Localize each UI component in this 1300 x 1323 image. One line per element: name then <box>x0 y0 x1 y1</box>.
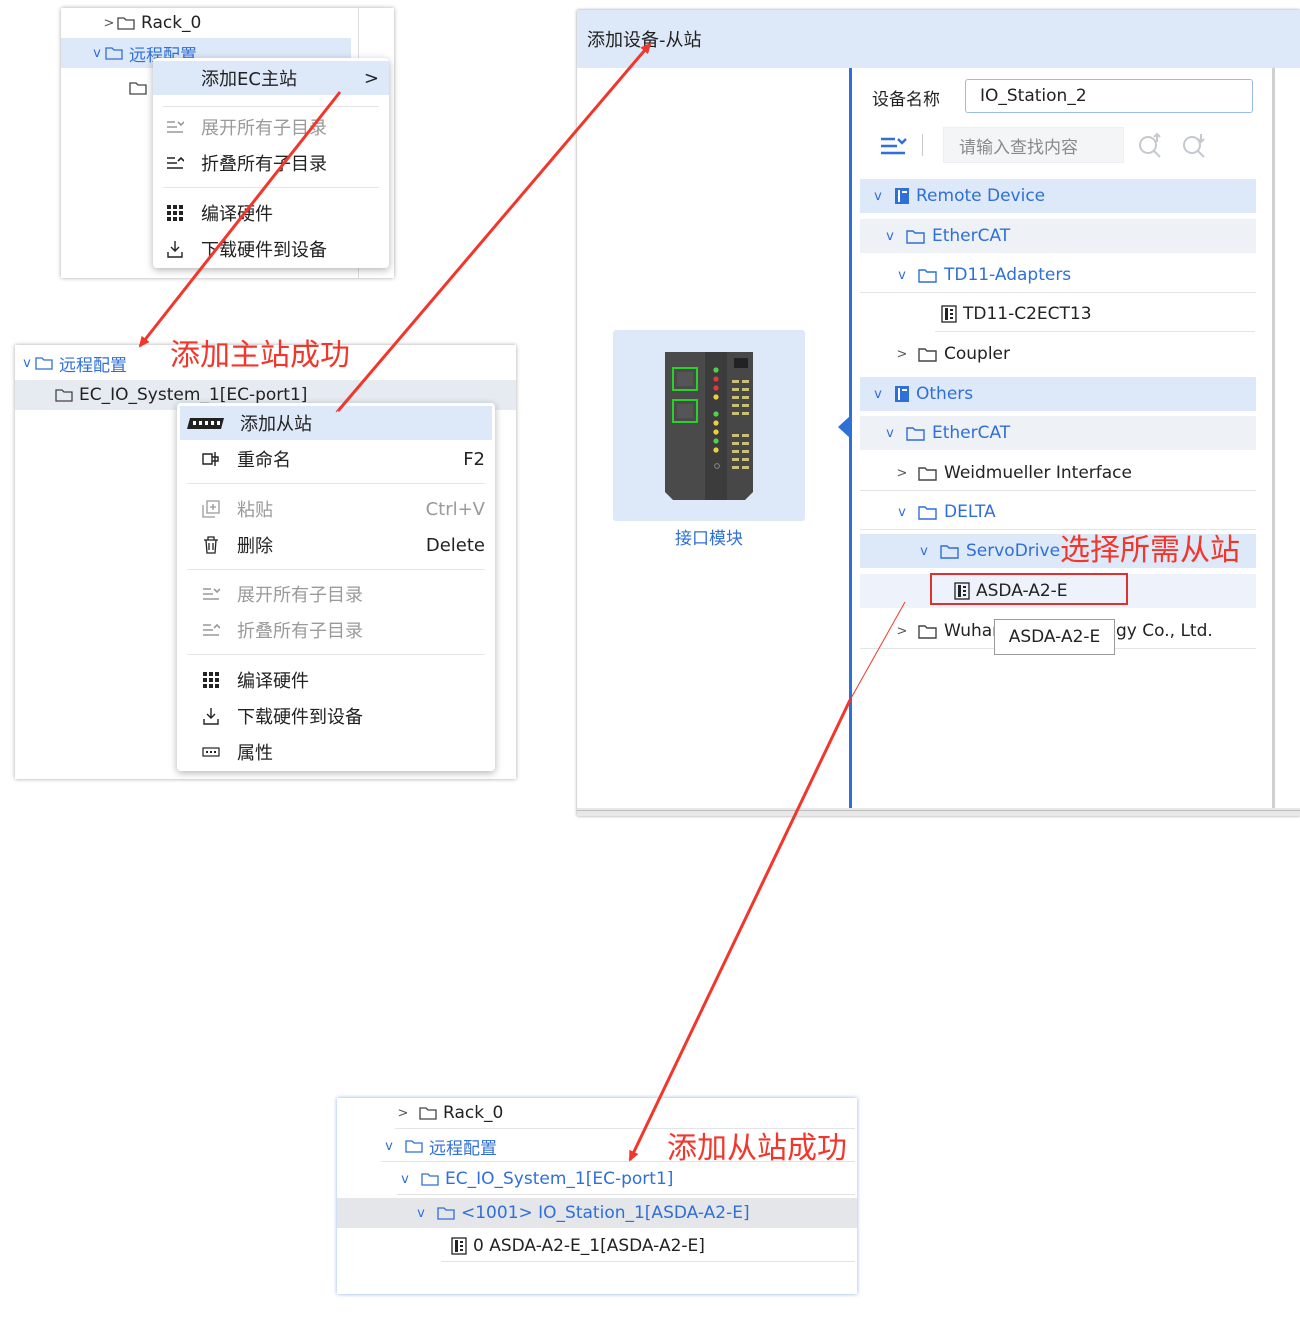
connector-thin <box>849 601 906 701</box>
arrow-to-slave-result <box>628 699 852 1162</box>
arrow-to-master <box>138 91 342 348</box>
annotation-arrows <box>138 42 906 1162</box>
connector-thin <box>335 45 649 413</box>
